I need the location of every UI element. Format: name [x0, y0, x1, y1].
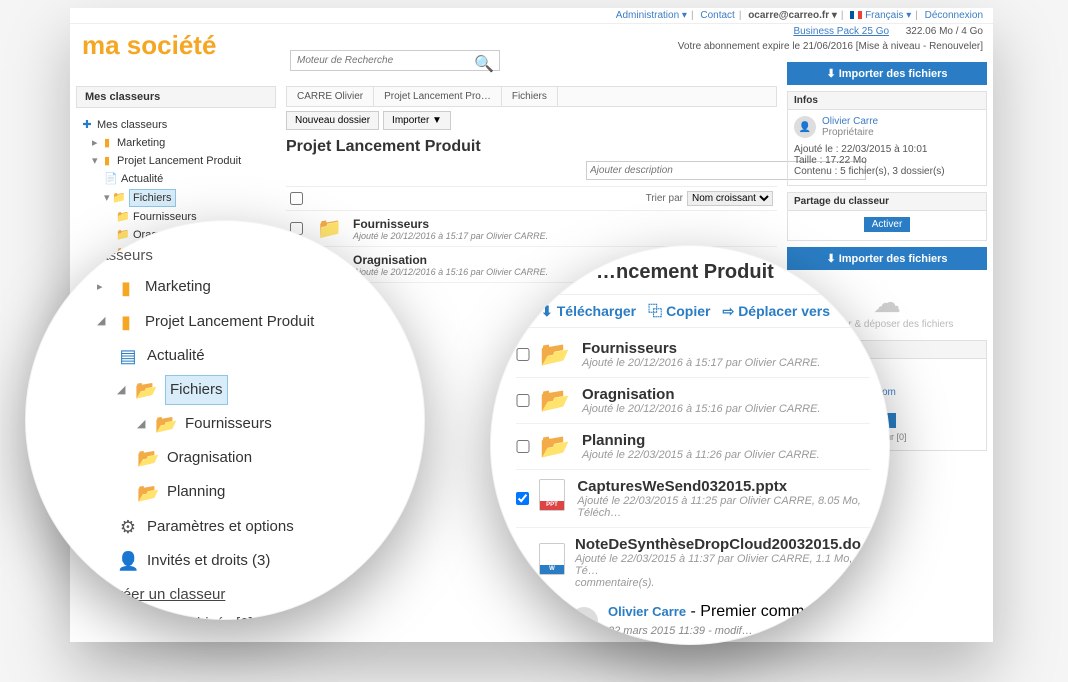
z2-file-row[interactable]: W NoteDeSynthèseDropCloud20032015.do…Ajo… — [516, 528, 870, 597]
plus-icon: + — [52, 615, 70, 620]
usage-text: 322.06 Mo / 4 Go — [906, 26, 983, 37]
z-marketing[interactable]: ▸▮Marketing — [97, 271, 395, 305]
row-checkbox[interactable] — [516, 440, 530, 453]
admin-link[interactable]: Administration ▾ — [616, 10, 687, 21]
row-checkbox[interactable] — [516, 348, 530, 361]
search-input[interactable] — [290, 50, 500, 71]
contact-link[interactable]: Contact — [700, 10, 734, 21]
comment-author[interactable]: Olivier Carre — [608, 604, 686, 619]
share-header: Partage du classeur — [787, 192, 987, 211]
topbar: Administration ▾| Contact| ocarre@carreo… — [70, 8, 993, 24]
owner-role: Propriétaire — [822, 127, 874, 138]
import-files-button[interactable]: ⬇ Importer des fichiers — [787, 62, 987, 85]
avatar: 👤 — [794, 116, 816, 138]
tree-item-actualite[interactable]: 📄Actualité — [80, 170, 272, 188]
comment-date: 22 mars 2015 11:39 - modif… — [608, 625, 753, 637]
z2-actions: ⬇Télécharger ⿻Copier ⇨Déplacer vers — [516, 294, 870, 328]
move-icon: ⇨ — [722, 303, 734, 320]
folder-icon: 📁 — [317, 216, 345, 241]
import-files-button-2[interactable]: ⬇ Importer des fichiers — [787, 247, 987, 270]
breadcrumb: CARRE Olivier Projet Lancement Pro… Fich… — [286, 86, 777, 107]
page-title: Projet Lancement Produit — [286, 138, 777, 156]
z-invites[interactable]: 👤Invités et droits (3) — [97, 544, 395, 578]
infos-header: Infos — [787, 91, 987, 110]
logout-link[interactable]: Déconnexion — [925, 10, 983, 21]
sort-label: Trier par — [646, 193, 683, 204]
tree-item-projet[interactable]: ▾▮Projet Lancement Produit — [80, 152, 272, 170]
info-content: Contenu : 5 fichier(s), 3 dossier(s) — [794, 166, 980, 177]
copy-icon: ⿻ — [648, 301, 662, 321]
tree-item-fichiers[interactable]: ▾📁Fichiers — [80, 188, 272, 208]
search: 🔍 — [290, 50, 500, 71]
new-folder-button[interactable]: Nouveau dossier — [286, 111, 379, 130]
list-header: Trier par Nom croissant — [286, 186, 777, 211]
select-all-checkbox[interactable] — [290, 192, 303, 205]
file-row[interactable]: 📁 FournisseursAjouté le 20/12/2016 à 15:… — [286, 211, 777, 247]
crumb-2[interactable]: Fichiers — [502, 87, 558, 106]
z-oragnisation[interactable]: 📂Oragnisation — [97, 441, 395, 475]
doc-icon: W — [539, 543, 565, 582]
activate-button[interactable]: Activer — [864, 217, 911, 232]
row-checkbox[interactable] — [516, 394, 530, 407]
folder-icon: 📂 — [540, 386, 572, 415]
folder-icon: 📂 — [540, 340, 572, 369]
search-icon[interactable]: 🔍 — [474, 54, 494, 74]
logo: ma société — [82, 30, 216, 61]
download-icon: ⬇ — [826, 253, 835, 265]
user-email[interactable]: ocarre@carreo.fr ▾ — [748, 10, 837, 21]
flag-icon — [850, 11, 862, 19]
z-planning[interactable]: 📂Planning — [97, 476, 395, 510]
zoom-sidebar: Mes classeurs ▸▮Marketing ◢▮Projet Lance… — [25, 220, 425, 620]
tree-item-marketing[interactable]: ▸▮Marketing — [80, 134, 272, 152]
move-action[interactable]: ⇨Déplacer vers — [722, 303, 830, 320]
info-size: Taille : 17.22 Mo — [794, 155, 980, 166]
z2-file-row[interactable]: PPT CapturesWeSend032015.pptxAjouté le 2… — [516, 470, 870, 528]
z-actualite[interactable]: ▤Actualité — [97, 339, 395, 373]
download-icon: ⬇ — [826, 68, 835, 80]
crumb-0[interactable]: CARRE Olivier — [287, 87, 374, 106]
import-button[interactable]: Importer ▼ — [383, 111, 451, 130]
z-parametres[interactable]: ⚙Paramètres et options — [97, 510, 395, 544]
z-fournisseurs[interactable]: ◢📂Fournisseurs — [97, 407, 395, 441]
folder-icon: 📂 — [540, 432, 572, 461]
download-action[interactable]: ⬇Télécharger — [541, 303, 636, 320]
ppt-icon: PPT — [539, 479, 567, 518]
sidebar-title: Mes classeurs — [76, 86, 276, 108]
zoom-filelist: …ncement Produit ⬇Télécharger ⿻Copier ⇨D… — [490, 245, 890, 645]
lang-link[interactable]: Français ▾ — [865, 10, 911, 21]
plan-link[interactable]: Business Pack 25 Go — [793, 26, 889, 37]
z-fichiers[interactable]: ◢📂Fichiers — [97, 373, 395, 407]
crumb-1[interactable]: Projet Lancement Pro… — [374, 87, 502, 106]
info-added: Ajouté le : 22/03/2015 à 10:01 — [794, 144, 980, 155]
z2-file-row[interactable]: 📂 PlanningAjouté le 22/03/2015 à 11:26 p… — [516, 424, 870, 470]
z2-file-row[interactable]: 📂 FournisseursAjouté le 20/12/2016 à 15:… — [516, 332, 870, 378]
z-projet[interactable]: ◢▮Projet Lancement Produit — [97, 305, 395, 339]
copy-action[interactable]: ⿻Copier — [648, 301, 710, 321]
tree-root[interactable]: ✚Mes classeurs — [80, 116, 272, 134]
owner-link[interactable]: Olivier Carre — [822, 116, 878, 127]
row-checkbox[interactable] — [516, 492, 529, 505]
z2-file-row[interactable]: 📂 OragnisationAjouté le 20/12/2016 à 15:… — [516, 378, 870, 424]
sort-select[interactable]: Nom croissant — [687, 191, 773, 206]
